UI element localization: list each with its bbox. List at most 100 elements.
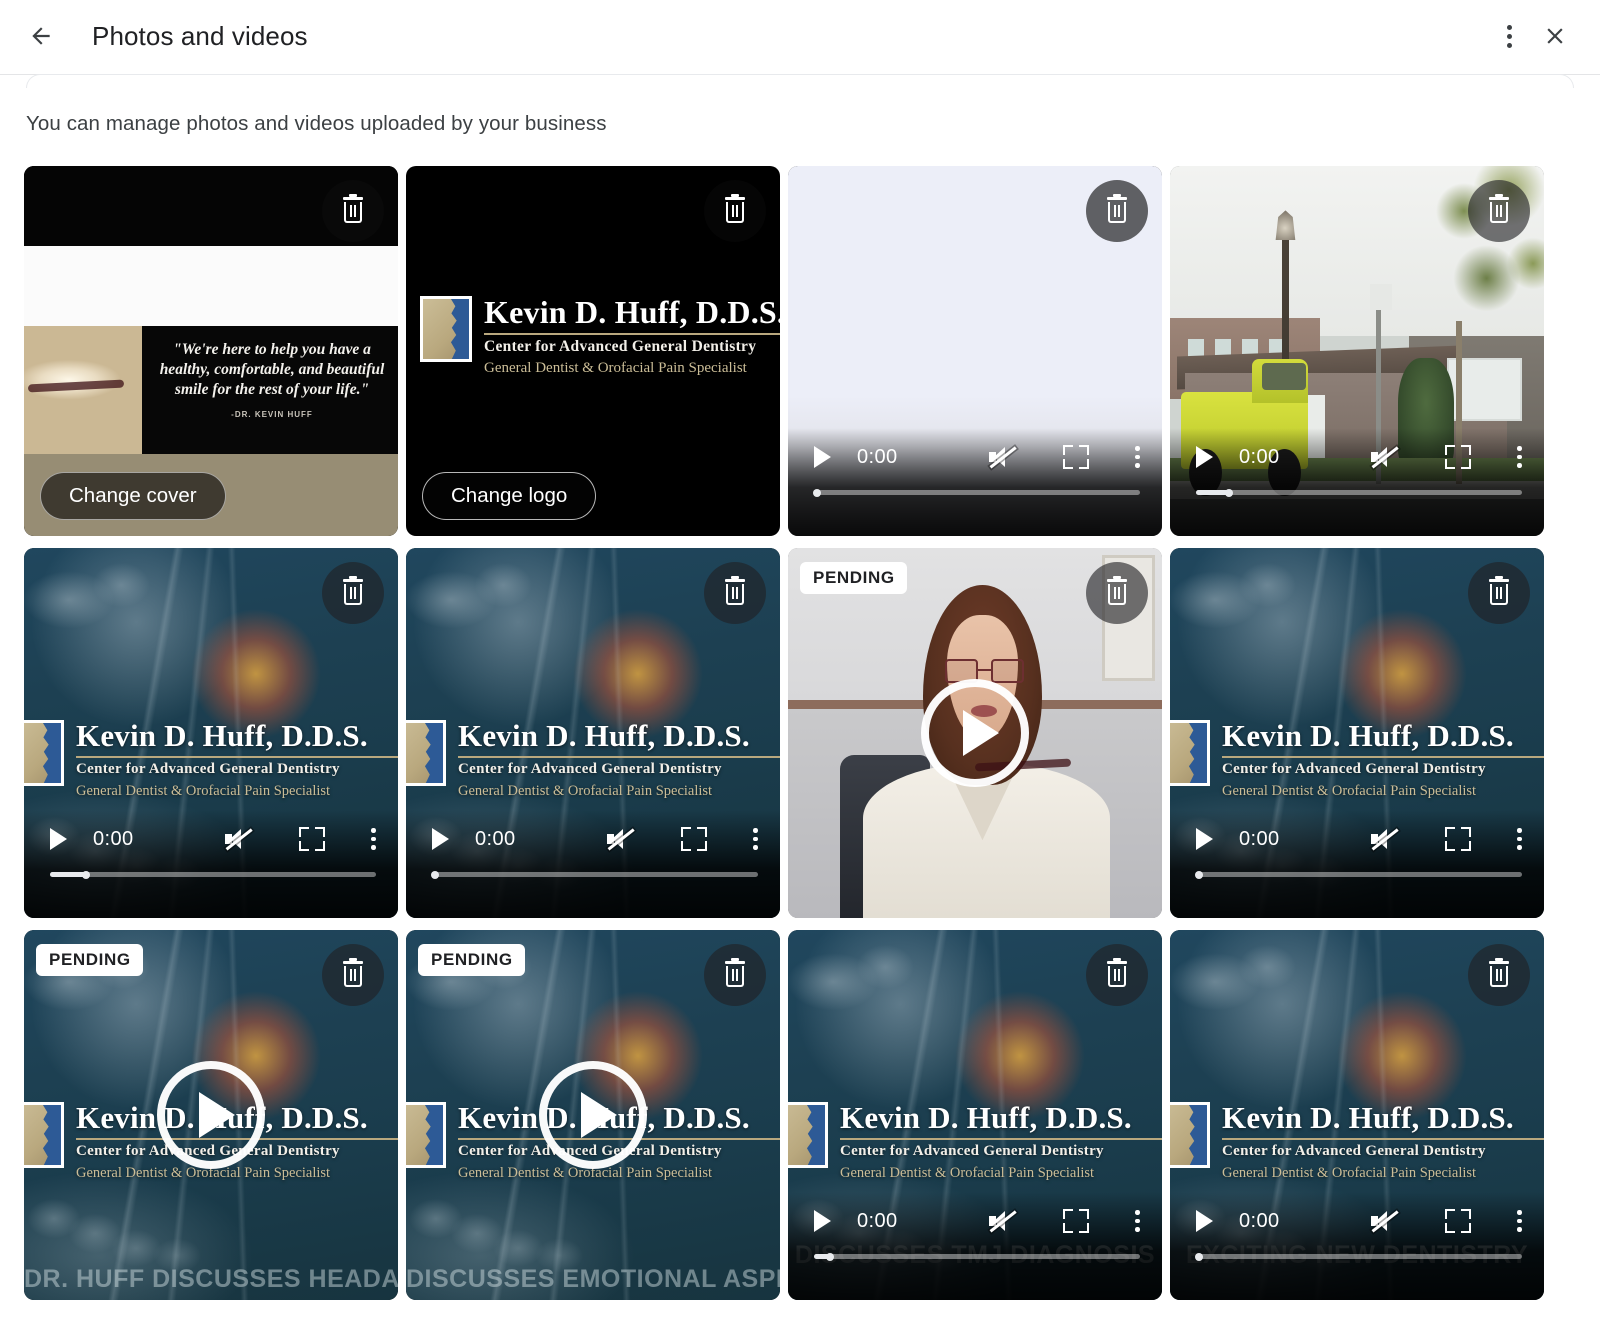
delete-button[interactable] — [322, 180, 384, 242]
video-controls: 0:00 — [788, 1192, 1162, 1300]
more-vert-icon[interactable] — [1135, 1210, 1140, 1232]
video-controls: 0:00 — [24, 810, 398, 918]
media-tile-video-headaches[interactable]: Kevin D. Huff, D.D.S. Center for Advance… — [24, 930, 398, 1300]
overflow-menu-button[interactable] — [1486, 13, 1532, 59]
fullscreen-icon[interactable] — [299, 827, 326, 851]
brand-center: Center for Advanced General Dentistry — [840, 1142, 1104, 1159]
media-tile-video-emotional[interactable]: Kevin D. Huff, D.D.S. Center for Advance… — [406, 930, 780, 1300]
more-vert-icon[interactable] — [371, 828, 376, 850]
progress-bar[interactable] — [1195, 1252, 1522, 1261]
video-caption: DR. HUFF DISCUSSES HEADACHES — [24, 1265, 398, 1293]
volume-off-icon[interactable] — [1371, 827, 1401, 851]
brand-text: Kevin D. Huff, D.D.S. Center for Advance… — [840, 1102, 1162, 1180]
play-icon[interactable] — [814, 1210, 831, 1232]
video-time: 0:00 — [1239, 827, 1280, 850]
volume-off-icon[interactable] — [225, 827, 255, 851]
media-tile-video-brand-3[interactable]: Kevin D. Huff, D.D.S. Center for Advance… — [1170, 548, 1544, 918]
delete-button[interactable] — [1468, 944, 1530, 1006]
video-time: 0:00 — [475, 827, 516, 850]
progress-bar[interactable] — [813, 488, 1140, 497]
volume-off-icon[interactable] — [1371, 445, 1401, 469]
volume-off-icon[interactable] — [1371, 1209, 1401, 1233]
cover-card-band: uff, D.D.S. Center for Advanced General … — [24, 246, 398, 388]
fullscreen-icon[interactable] — [681, 827, 708, 851]
fullscreen-icon[interactable] — [1445, 827, 1472, 851]
video-caption: DISCUSSES EMOTIONAL ASPECTS — [406, 1265, 780, 1293]
progress-bar[interactable] — [1196, 488, 1522, 497]
brand-rule — [458, 756, 780, 758]
brand-badge-icon — [24, 720, 64, 786]
trash-icon — [1487, 576, 1511, 607]
fullscreen-icon[interactable] — [1445, 1209, 1472, 1233]
volume-off-icon[interactable] — [607, 827, 637, 851]
media-tile-video-brand-1[interactable]: Kevin D. Huff, D.D.S. Center for Advance… — [24, 548, 398, 918]
progress-bar[interactable] — [1195, 870, 1522, 879]
trash-icon — [1487, 194, 1511, 225]
media-tile-logo[interactable]: Kevin D. Huff, D.D.S. Center for Advance… — [406, 166, 780, 536]
delete-button[interactable] — [704, 562, 766, 624]
delete-button[interactable] — [322, 944, 384, 1006]
delete-button[interactable] — [704, 180, 766, 242]
progress-bar[interactable] — [431, 870, 758, 879]
media-tile-video-blank[interactable]: 0:00 — [788, 166, 1162, 536]
fullscreen-icon[interactable] — [1063, 1209, 1090, 1233]
delete-button[interactable] — [1086, 944, 1148, 1006]
more-vert-icon[interactable] — [1517, 828, 1522, 850]
brand-lockup: Kevin D. Huff, D.D.S. Center for Advance… — [420, 296, 780, 376]
brand-name: Kevin D. Huff, D.D.S. — [1222, 718, 1514, 753]
delete-button[interactable] — [322, 562, 384, 624]
brand-specialty: General Dentist & Orofacial Pain Special… — [1222, 1164, 1477, 1181]
delete-button[interactable] — [704, 944, 766, 1006]
progress-bar[interactable] — [50, 870, 376, 879]
brand-center: Center for Advanced General Dentistry — [484, 337, 757, 355]
play-icon[interactable] — [814, 446, 831, 468]
fullscreen-icon[interactable] — [1445, 445, 1472, 469]
volume-off-icon[interactable] — [989, 1209, 1019, 1233]
trash-icon — [341, 194, 365, 225]
dialog-header: Photos and videos — [0, 0, 1600, 72]
delete-button[interactable] — [1468, 562, 1530, 624]
brand-text: Kevin D. Huff, D.D.S. Center for Advance… — [458, 720, 780, 798]
play-icon[interactable] — [50, 828, 67, 850]
more-vert-icon[interactable] — [1517, 446, 1522, 468]
progress-bar[interactable] — [814, 1252, 1140, 1261]
play-icon[interactable] — [1196, 828, 1213, 850]
media-tile-cover[interactable]: uff, D.D.S. Center for Advanced General … — [24, 166, 398, 536]
more-vert-icon[interactable] — [753, 828, 758, 850]
video-controls: 0:00 — [1170, 428, 1544, 536]
brand-badge-icon — [406, 1102, 446, 1168]
brand-center: Center for Advanced General Dentistry — [1222, 1142, 1486, 1159]
play-icon[interactable] — [1196, 1210, 1213, 1232]
media-tile-video-exciting[interactable]: Kevin D. Huff, D.D.S. Center for Advance… — [1170, 930, 1544, 1300]
change-cover-button[interactable]: Change cover — [40, 472, 226, 520]
play-button-overlay[interactable] — [157, 1061, 265, 1169]
brand-center: Center for Advanced General Dentistry — [76, 760, 340, 777]
media-tile-video-brand-2[interactable]: Kevin D. Huff, D.D.S. Center for Advance… — [406, 548, 780, 918]
brand-specialty: General Dentist & Orofacial Pain Special… — [484, 360, 747, 377]
play-icon[interactable] — [432, 828, 449, 850]
change-logo-button[interactable]: Change logo — [422, 472, 597, 520]
page-subtitle: You can manage photos and videos uploade… — [26, 112, 607, 135]
delete-button[interactable] — [1086, 180, 1148, 242]
delete-button[interactable] — [1086, 562, 1148, 624]
back-button[interactable] — [18, 13, 64, 59]
more-vert-icon[interactable] — [1517, 1210, 1522, 1232]
trash-icon — [1105, 576, 1129, 607]
volume-off-icon[interactable] — [989, 445, 1019, 469]
close-button[interactable] — [1532, 13, 1578, 59]
media-tile-video-testimonial[interactable]: PENDING — [788, 548, 1162, 918]
fullscreen-icon[interactable] — [1063, 445, 1090, 469]
video-time: 0:00 — [93, 827, 134, 850]
play-icon[interactable] — [1196, 446, 1213, 468]
brand-badge-icon — [1170, 1102, 1210, 1168]
brand-rule — [1222, 756, 1544, 758]
delete-button[interactable] — [1468, 180, 1530, 242]
brand-specialty: General Dentist & Orofacial Pain Special… — [76, 1164, 331, 1181]
more-vert-icon[interactable] — [1135, 446, 1140, 468]
media-tile-video-tmj[interactable]: Kevin D. Huff, D.D.S. Center for Advance… — [788, 930, 1162, 1300]
header-divider — [0, 72, 1600, 88]
media-tile-video-building[interactable]: 0:00 — [1170, 166, 1544, 536]
play-button-overlay[interactable] — [539, 1061, 647, 1169]
play-button-overlay[interactable] — [921, 679, 1029, 787]
brand-badge-icon — [24, 1102, 64, 1168]
